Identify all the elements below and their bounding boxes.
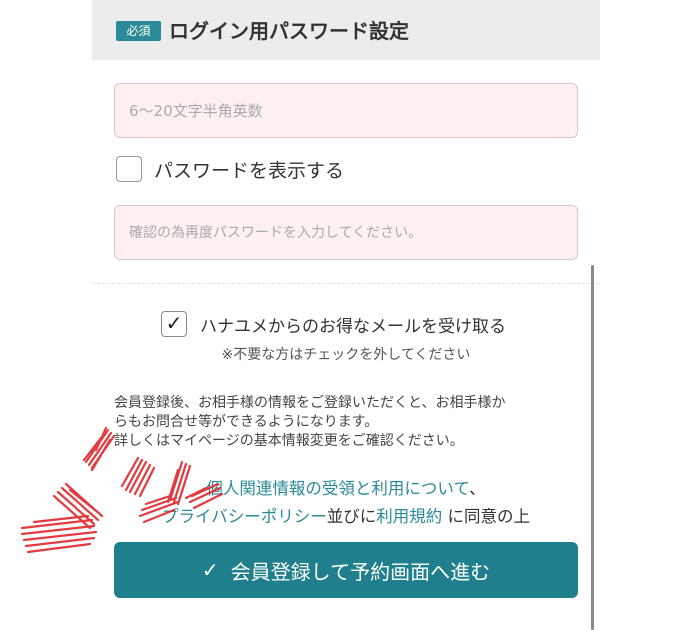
consent-and: 並びに	[326, 507, 377, 526]
checkmark-icon: ✓	[165, 311, 183, 335]
submit-label: 会員登録して予約画面へ進む	[230, 559, 491, 584]
required-badge: 必須	[116, 21, 161, 41]
info-text: 会員登録後、お相手様の情報をご登録いただくと、お相手様か らもお問合せ等ができる…	[114, 394, 584, 451]
info-line: らもお問合せ等ができるようになります。	[114, 414, 379, 430]
show-password-label[interactable]: パスワードを表示する	[154, 156, 344, 183]
privacy-policy-link[interactable]: プライバシーポリシー	[162, 507, 327, 526]
consent-agree: に同意の上	[447, 507, 530, 526]
show-password-checkbox[interactable]	[116, 156, 142, 182]
personal-info-link[interactable]: 個人関連情報の受領と利用について	[206, 479, 469, 498]
confirm-password-input[interactable]	[114, 205, 578, 260]
section-title: ログイン用パスワード設定	[169, 19, 409, 43]
scrollbar[interactable]	[591, 265, 594, 630]
divider	[92, 283, 600, 284]
newsletter-checkbox[interactable]: ✓	[161, 311, 187, 337]
password-input[interactable]	[114, 83, 578, 138]
info-line: 会員登録後、お相手様の情報をご登録いただくと、お相手様か	[114, 395, 506, 411]
newsletter-note: ※不要な方はチェックを外してください	[221, 347, 471, 363]
registration-panel: 必須 ログイン用パスワード設定 パスワードを表示する ✓ ハナユメからのお得なメ…	[92, 0, 600, 630]
consent-comma: 、	[469, 479, 486, 498]
terms-link[interactable]: 利用規約	[376, 507, 442, 526]
info-line: 詳しくはマイページの基本情報変更をご確認ください。	[114, 433, 464, 449]
section-header: 必須 ログイン用パスワード設定	[92, 0, 600, 60]
register-submit-button[interactable]: ✓ 会員登録して予約画面へ進む	[114, 542, 578, 598]
check-icon: ✓	[201, 558, 219, 582]
consent-text: 個人関連情報の受領と利用について、 プライバシーポリシー並びに利用規約 に同意の…	[92, 475, 600, 531]
newsletter-label[interactable]: ハナユメからのお得なメールを受け取る	[200, 312, 506, 337]
